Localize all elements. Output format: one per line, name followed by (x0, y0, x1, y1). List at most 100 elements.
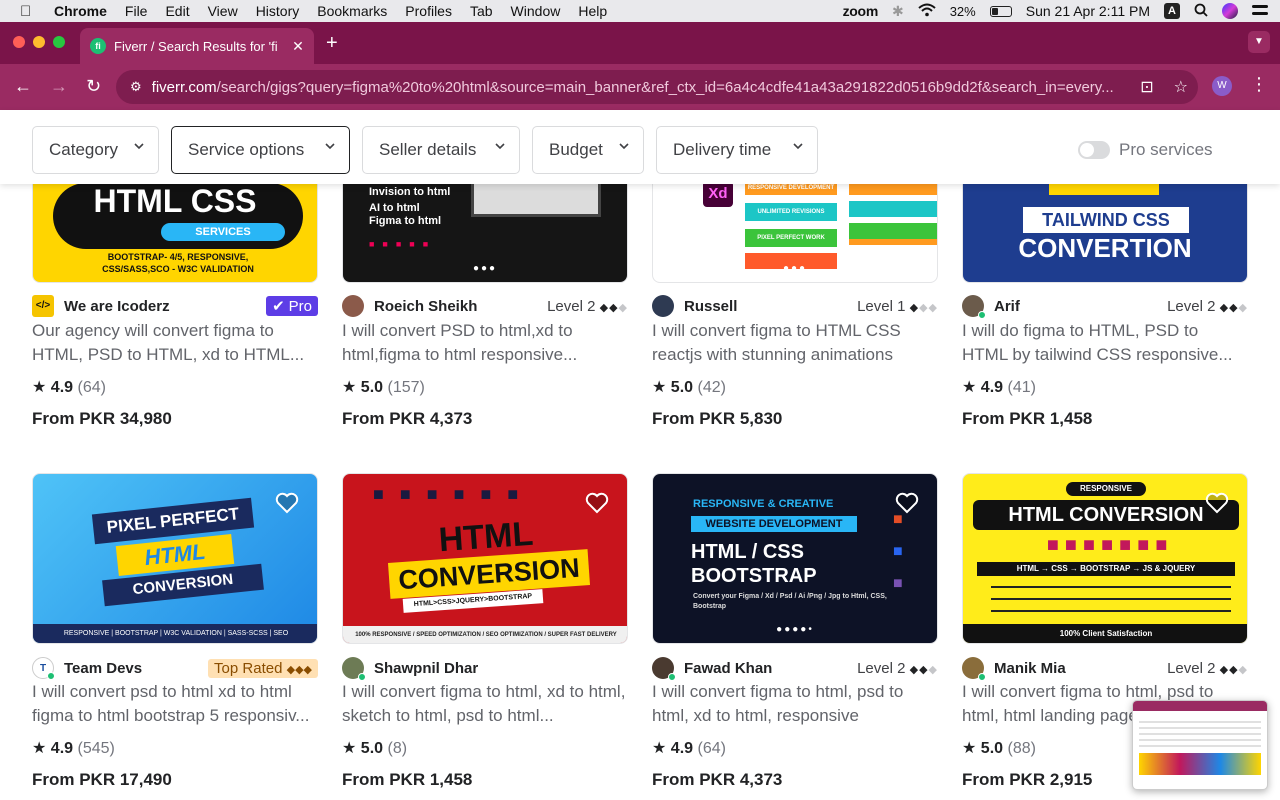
gig-price[interactable]: From PKR 5,830 (652, 409, 782, 429)
thumb-subline: UNLIMITED REVISIONS (745, 203, 837, 221)
seller-details-filter-button[interactable]: Seller details (362, 126, 520, 174)
heart-icon[interactable] (585, 492, 609, 514)
minimize-window-button[interactable] (33, 36, 45, 48)
close-tab-icon[interactable]: ✕ (288, 38, 308, 55)
gig-price[interactable]: From PKR 4,373 (342, 409, 472, 429)
install-app-icon[interactable]: ⊡ (1140, 77, 1153, 97)
carousel-dots[interactable]: ●●● (653, 263, 937, 274)
gig-title[interactable]: I will convert figma to html, psd to htm… (652, 680, 938, 728)
spotlight-icon[interactable] (1194, 3, 1208, 20)
seller-name[interactable]: Arif (994, 298, 1167, 315)
gig-thumbnail[interactable]: ■■■■■■ HTML CONVERSION HTML>CSS>JQUERY>B… (342, 473, 628, 644)
thumb-headline: RESPONSIVE & CREATIVE (693, 498, 834, 510)
menu-view[interactable]: View (208, 3, 238, 19)
seller-avatar[interactable] (342, 657, 366, 681)
menu-history[interactable]: History (256, 3, 300, 19)
chrome-menu-icon[interactable]: ⋮ (1250, 74, 1268, 95)
close-window-button[interactable] (13, 36, 25, 48)
gig-title[interactable]: I will convert psd to html xd to html fi… (32, 680, 318, 728)
star-icon: ★ (342, 740, 357, 757)
service-options-filter-button[interactable]: Service options (171, 126, 350, 174)
thumb-column-right (849, 181, 937, 245)
profile-avatar[interactable]: W (1212, 76, 1232, 96)
site-info-icon[interactable]: ⚙ (130, 79, 142, 95)
bookmark-star-icon[interactable]: ☆ (1174, 77, 1188, 97)
level-diamonds-icon: ◆◆◆ (1219, 663, 1248, 676)
gig-title[interactable]: I will convert figma to HTML CSS reactjs… (652, 319, 938, 367)
thumb-tool-icons: ■■■■■■ (373, 484, 535, 504)
menu-file[interactable]: File (125, 3, 148, 19)
url-text[interactable]: fiverr.com/search/gigs?query=figma%20to%… (152, 79, 1131, 96)
gig-title[interactable]: I will do figma to HTML, PSD to HTML by … (962, 319, 1248, 367)
seller-name[interactable]: Roeich Sheikh (374, 298, 547, 315)
gig-title[interactable]: I will convert figma to html, xd to html… (342, 680, 628, 728)
seller-name[interactable]: Manik Mia (994, 660, 1167, 677)
url-path: /search/gigs?query=figma%20to%20html&sou… (216, 78, 1114, 96)
seller-avatar[interactable] (652, 295, 674, 317)
seller-name[interactable]: We are Icoderz (64, 298, 266, 315)
menu-app-name[interactable]: Chrome (54, 3, 107, 19)
gig-price[interactable]: From PKR 1,458 (962, 409, 1092, 429)
seller-name[interactable]: Fawad Khan (684, 660, 857, 677)
battery-percent: 32% (949, 3, 976, 19)
gig-price[interactable]: From PKR 4,373 (652, 770, 782, 790)
gig-price[interactable]: From PKR 17,490 (32, 770, 172, 790)
carousel-dots[interactable]: ●●●●• (653, 624, 937, 635)
seller-avatar[interactable] (962, 657, 986, 681)
menubar-datetime[interactable]: Sun 21 Apr 2:11 PM (1026, 3, 1150, 19)
menu-edit[interactable]: Edit (165, 3, 189, 19)
gig-title[interactable]: I will convert PSD to html,xd to html,fi… (342, 319, 628, 367)
menu-profiles[interactable]: Profiles (405, 3, 452, 19)
gig-price[interactable]: From PKR 34,980 (32, 409, 172, 429)
gig-price[interactable]: From PKR 2,915 (962, 770, 1092, 790)
heart-icon[interactable] (275, 492, 299, 514)
menu-tab[interactable]: Tab (470, 3, 493, 19)
gig-title[interactable]: Our agency will convert figma to HTML, P… (32, 319, 318, 367)
heart-icon[interactable] (1205, 492, 1229, 514)
delivery-time-filter-button[interactable]: Delivery time (656, 126, 818, 174)
star-icon: ★ (652, 740, 667, 757)
seller-name[interactable]: Russell (684, 298, 857, 315)
level-diamonds-icon: ◆◆◆ (1219, 301, 1248, 314)
siri-icon[interactable] (1222, 3, 1238, 19)
pro-services-toggle[interactable] (1078, 141, 1110, 159)
wifi-icon[interactable] (918, 3, 936, 20)
seller-name[interactable]: Shawpnil Dhar (374, 660, 628, 677)
battery-icon[interactable] (989, 5, 1012, 17)
seller-avatar[interactable] (652, 657, 676, 681)
review-count: (42) (697, 379, 726, 396)
back-icon[interactable]: ← (14, 76, 32, 97)
seller-name[interactable]: Team Devs (64, 660, 208, 677)
bluetooth-icon[interactable]: ✱ (892, 3, 904, 20)
star-icon: ★ (962, 379, 977, 396)
forward-icon[interactable]: → (50, 76, 68, 97)
category-filter-button[interactable]: Category (32, 126, 159, 174)
tab-search-chevron-icon[interactable]: ▼ (1248, 31, 1270, 53)
heart-icon[interactable] (895, 492, 919, 514)
menu-window[interactable]: Window (511, 3, 561, 19)
budget-filter-button[interactable]: Budget (532, 126, 644, 174)
maximize-window-button[interactable] (53, 36, 65, 48)
new-tab-icon[interactable]: + (326, 32, 338, 55)
active-tab[interactable]: fi Fiverr / Search Results for 'fi ✕ (80, 28, 314, 64)
gig-thumbnail[interactable]: RESPONSIVE & CREATIVE WEBSITE DEVELOPMEN… (652, 473, 938, 644)
screenshot-preview-thumbnail[interactable] (1132, 700, 1268, 790)
gig-thumbnail[interactable]: PIXEL PERFECT HTML CONVERSION RESPONSIVE… (32, 473, 318, 644)
preview-banner (1139, 753, 1261, 775)
control-center-icon[interactable] (1252, 3, 1268, 19)
gig-price[interactable]: From PKR 1,458 (342, 770, 472, 790)
menu-help[interactable]: Help (578, 3, 607, 19)
reload-icon[interactable]: ↻ (86, 76, 101, 97)
zoom-status[interactable]: zoom (843, 3, 879, 19)
carousel-dots[interactable]: ●●● (343, 263, 627, 274)
top-rated-badge: Top Rated ◆◆◆ (208, 658, 318, 678)
apple-icon[interactable]:  (20, 3, 36, 20)
address-bar[interactable]: ⚙ fiverr.com/search/gigs?query=figma%20t… (116, 70, 1198, 104)
seller-avatar[interactable] (962, 295, 986, 319)
menu-bookmarks[interactable]: Bookmarks (317, 3, 387, 19)
gig-thumbnail[interactable]: RESPONSIVE HTML CONVERSION ■■■■■■■ HTML … (962, 473, 1248, 644)
input-source-icon[interactable]: A (1164, 3, 1180, 19)
seller-avatar[interactable] (342, 295, 364, 317)
seller-avatar[interactable]: T (32, 657, 55, 680)
seller-avatar[interactable]: </> (32, 295, 54, 317)
